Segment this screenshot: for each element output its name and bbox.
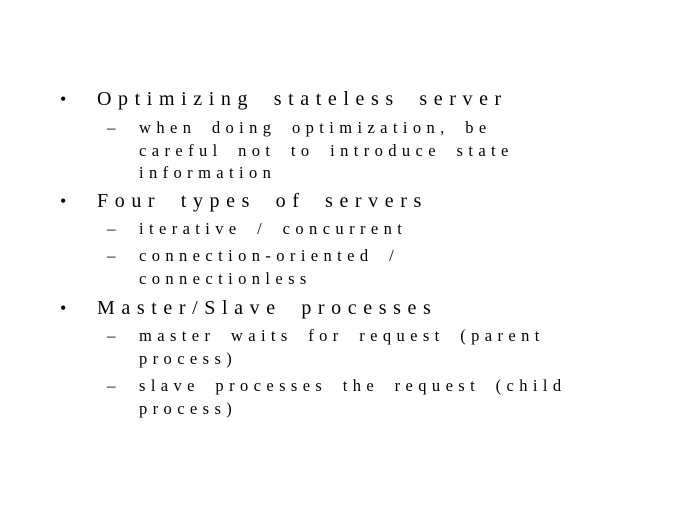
subitem-line: process): [139, 348, 238, 368]
subitem-line: careful not to introduce state: [139, 140, 514, 160]
bullet-glyph: •: [60, 191, 67, 211]
bullet-text: Master/Slave processes: [97, 297, 438, 319]
bullet-glyph: •: [60, 89, 67, 109]
subitem-line: connectionless: [139, 268, 312, 288]
dash-glyph: –: [107, 376, 116, 395]
subitem-line: when doing optimization, be: [139, 118, 492, 137]
dash-glyph: –: [107, 118, 116, 137]
subitem-text: slave processes the request (child proce…: [139, 375, 659, 420]
subitem-line: information: [139, 163, 277, 182]
subitem-text: connection-oriented / connectionless: [139, 245, 659, 290]
dash-glyph: –: [107, 246, 116, 265]
subitem-line: master waits for request (parent: [139, 326, 545, 345]
bullet-glyph: •: [60, 298, 67, 318]
slide: • Optimizing stateless server – when doi…: [0, 0, 700, 520]
subitem-line: slave processes the request (child: [139, 376, 567, 395]
subitem-text: when doing optimization, be careful not …: [139, 117, 659, 185]
bullet-text: Four types of servers: [97, 190, 428, 212]
subitem-line: connection-oriented /: [139, 246, 400, 265]
subitem-text: iterative / concurrent: [139, 218, 659, 241]
subitem-line: process): [139, 398, 238, 418]
subitem-line: iterative / concurrent: [139, 219, 408, 238]
bullet-text: Optimizing stateless server: [97, 88, 508, 110]
dash-glyph: –: [107, 219, 116, 238]
dash-glyph: –: [107, 326, 116, 345]
subitem-text: master waits for request (parent process…: [139, 325, 659, 370]
